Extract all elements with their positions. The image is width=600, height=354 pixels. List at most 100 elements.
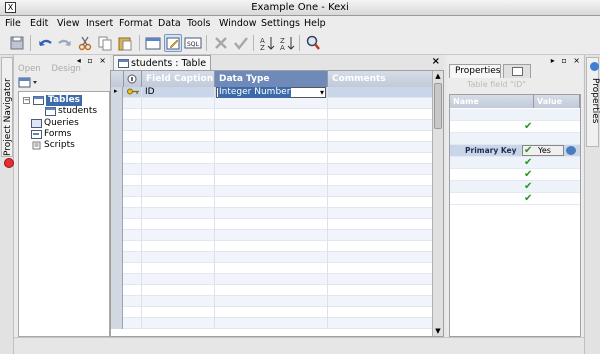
sort-ascending-icon[interactable]: AZ bbox=[258, 34, 276, 52]
table-row[interactable] bbox=[111, 263, 433, 274]
data-type-cell[interactable]: Integer Number ▾ bbox=[215, 87, 328, 98]
property-row[interactable]: Required ✔ Yes bbox=[450, 169, 580, 181]
field-caption-cell[interactable]: ID bbox=[142, 87, 215, 98]
paste-icon[interactable] bbox=[116, 34, 134, 52]
tree-item-tables[interactable]: − Tables bbox=[21, 95, 109, 106]
table-row[interactable] bbox=[111, 285, 433, 296]
table-cell[interactable] bbox=[124, 197, 142, 208]
table-cell[interactable] bbox=[328, 307, 433, 318]
table-row[interactable] bbox=[111, 164, 433, 175]
copy-icon[interactable] bbox=[96, 34, 114, 52]
delete-icon[interactable] bbox=[212, 34, 230, 52]
table-cell[interactable] bbox=[142, 263, 215, 274]
menu-file[interactable]: File bbox=[5, 18, 21, 29]
menu-settings[interactable]: Settings bbox=[261, 18, 300, 29]
table-cell[interactable] bbox=[328, 98, 433, 109]
table-row[interactable] bbox=[111, 252, 433, 263]
table-cell[interactable] bbox=[215, 285, 328, 296]
column-header[interactable]: Data Type bbox=[215, 71, 328, 87]
table-cell[interactable] bbox=[142, 208, 215, 219]
table-cell[interactable] bbox=[328, 263, 433, 274]
property-row[interactable]: Indexed ✔ Yes bbox=[450, 193, 580, 205]
table-cell[interactable] bbox=[142, 164, 215, 175]
table-cell[interactable] bbox=[124, 274, 142, 285]
table-cell[interactable] bbox=[328, 120, 433, 131]
property-row[interactable] bbox=[450, 109, 580, 121]
object-tree[interactable]: − Tables students Queries Forms Scripts bbox=[18, 91, 110, 337]
tab-data-source[interactable] bbox=[503, 64, 531, 78]
check-icon[interactable]: ✔ bbox=[524, 158, 532, 168]
table-cell[interactable] bbox=[124, 109, 142, 120]
undo-icon[interactable] bbox=[36, 34, 54, 52]
table-cell[interactable] bbox=[124, 219, 142, 230]
menu-data[interactable]: Data bbox=[158, 18, 181, 29]
table-cell[interactable] bbox=[215, 252, 328, 263]
accept-icon[interactable] bbox=[232, 34, 250, 52]
panel-controls[interactable]: ◂ ▫ × bbox=[77, 56, 108, 65]
table-cell[interactable] bbox=[142, 131, 215, 142]
table-cell[interactable] bbox=[215, 131, 328, 142]
table-cell[interactable] bbox=[124, 131, 142, 142]
table-cell[interactable] bbox=[124, 164, 142, 175]
table-row[interactable] bbox=[111, 318, 433, 329]
table-row[interactable] bbox=[111, 153, 433, 164]
table-cell[interactable] bbox=[142, 285, 215, 296]
scroll-up-icon[interactable]: ▲ bbox=[433, 71, 443, 81]
table-cell[interactable] bbox=[124, 263, 142, 274]
scrollbar-thumb[interactable] bbox=[434, 83, 442, 129]
find-icon[interactable] bbox=[304, 34, 322, 52]
table-designer-grid[interactable]: Field Caption Data Type Comments ▸ ID In… bbox=[110, 70, 444, 337]
table-cell[interactable] bbox=[328, 197, 433, 208]
table-cell[interactable] bbox=[142, 186, 215, 197]
table-row[interactable]: ▸ ID Integer Number ▾ bbox=[111, 87, 433, 98]
table-cell[interactable] bbox=[215, 208, 328, 219]
data-view-icon[interactable] bbox=[144, 34, 162, 52]
table-cell[interactable] bbox=[124, 318, 142, 329]
table-cell[interactable] bbox=[215, 274, 328, 285]
table-row[interactable] bbox=[111, 307, 433, 318]
design-view-icon[interactable] bbox=[164, 34, 182, 52]
table-row[interactable] bbox=[111, 219, 433, 230]
sort-descending-icon[interactable]: ZA bbox=[278, 34, 296, 52]
check-icon[interactable]: ✔ bbox=[524, 194, 532, 204]
table-cell[interactable] bbox=[328, 175, 433, 186]
view-mode-button[interactable] bbox=[18, 77, 42, 89]
table-row[interactable] bbox=[111, 142, 433, 153]
table-row[interactable] bbox=[111, 197, 433, 208]
project-navigator-tab[interactable]: Project Navigator bbox=[1, 57, 14, 168]
table-cell[interactable] bbox=[328, 109, 433, 120]
property-table[interactable]: Name Value Unsigned Number ✔ Yes Primary… bbox=[449, 94, 581, 337]
table-cell[interactable] bbox=[142, 241, 215, 252]
check-icon[interactable]: ✔ bbox=[524, 182, 532, 192]
table-cell[interactable] bbox=[124, 98, 142, 109]
table-cell[interactable] bbox=[124, 230, 142, 241]
comments-cell[interactable] bbox=[328, 87, 433, 98]
tab-properties[interactable]: Properties bbox=[449, 64, 501, 78]
close-icon[interactable]: × bbox=[432, 56, 440, 67]
table-cell[interactable] bbox=[328, 285, 433, 296]
table-cell[interactable] bbox=[215, 120, 328, 131]
open-button[interactable]: Open bbox=[18, 64, 41, 74]
collapse-icon[interactable]: − bbox=[23, 97, 30, 104]
vertical-scrollbar[interactable]: ▲ ▼ bbox=[432, 71, 443, 336]
reset-icon[interactable] bbox=[566, 146, 576, 155]
table-row[interactable] bbox=[111, 120, 433, 131]
table-cell[interactable] bbox=[215, 263, 328, 274]
table-cell[interactable] bbox=[328, 230, 433, 241]
table-row[interactable] bbox=[111, 109, 433, 120]
menu-help[interactable]: Help bbox=[304, 18, 326, 29]
menu-edit[interactable]: Edit bbox=[30, 18, 48, 29]
table-row[interactable] bbox=[111, 296, 433, 307]
check-icon[interactable]: ✔ bbox=[524, 122, 532, 132]
table-cell[interactable] bbox=[142, 153, 215, 164]
table-row[interactable] bbox=[111, 98, 433, 109]
property-row-selected[interactable]: Primary Key ✔ Yes bbox=[450, 145, 580, 157]
panel-controls[interactable]: ▸ ▫ × bbox=[551, 56, 582, 65]
table-cell[interactable] bbox=[142, 120, 215, 131]
table-cell[interactable] bbox=[142, 197, 215, 208]
cut-icon[interactable] bbox=[76, 34, 94, 52]
table-row[interactable] bbox=[111, 175, 433, 186]
check-icon[interactable]: ✔ bbox=[524, 146, 532, 156]
table-cell[interactable] bbox=[124, 175, 142, 186]
table-cell[interactable] bbox=[328, 241, 433, 252]
